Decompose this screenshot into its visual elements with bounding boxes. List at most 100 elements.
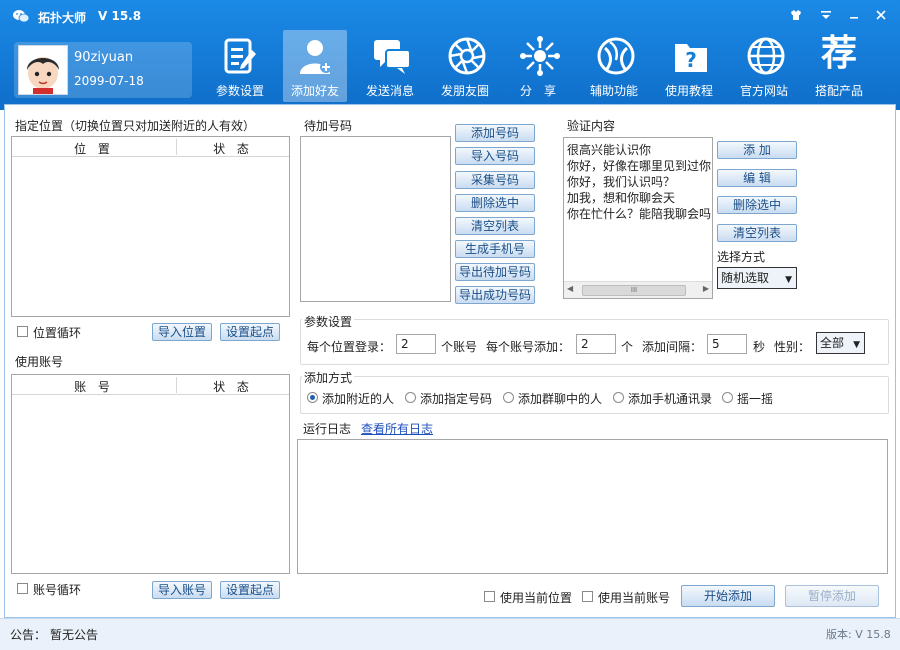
scroll-right-icon[interactable]: ▶ bbox=[703, 284, 709, 293]
nav-products[interactable]: 荐 搭配产品 bbox=[807, 30, 871, 102]
location-loop-checkbox[interactable] bbox=[17, 326, 28, 337]
nav-moments[interactable]: 发朋友圈 bbox=[433, 30, 497, 102]
radio-nearby-label: 添加附近的人 bbox=[322, 392, 395, 406]
nav-label: 分 享 bbox=[519, 84, 556, 98]
collect-number-button[interactable]: 采集号码 bbox=[455, 171, 535, 189]
radio-nearby[interactable] bbox=[307, 392, 318, 403]
verify-line[interactable]: 你好，好像在哪里见到过你 bbox=[567, 157, 711, 174]
use-current-location-checkbox[interactable] bbox=[484, 591, 495, 602]
share-icon bbox=[520, 36, 560, 76]
interval-input[interactable]: 5 bbox=[707, 334, 747, 354]
nav-tutorial[interactable]: ? 使用教程 bbox=[657, 30, 721, 102]
pending-list[interactable] bbox=[300, 136, 451, 302]
verify-line[interactable]: 很高兴能认识你 bbox=[567, 141, 651, 158]
import-number-button[interactable]: 导入号码 bbox=[455, 147, 535, 165]
nav-helper[interactable]: 辅助功能 bbox=[582, 30, 646, 102]
location-loop-label: 位置循环 bbox=[33, 326, 82, 340]
delete-selected-button[interactable]: 删除选中 bbox=[455, 194, 535, 212]
location-table-header: 位 置 状 态 bbox=[12, 137, 289, 157]
radio-shake[interactable] bbox=[722, 392, 733, 403]
skin-icon[interactable] bbox=[788, 8, 804, 24]
user-profile: 90ziyuan 2099-07-18 bbox=[14, 42, 192, 98]
menu-icon[interactable] bbox=[818, 8, 834, 24]
globe-icon bbox=[747, 37, 785, 75]
import-account-button[interactable]: 导入账号 bbox=[152, 581, 212, 599]
per-location-unit: 个账号 bbox=[441, 340, 478, 354]
account-loop-checkbox[interactable] bbox=[17, 583, 28, 594]
scroll-thumb[interactable]: III bbox=[582, 285, 686, 296]
accounts-table-header: 账 号 状 态 bbox=[12, 375, 289, 395]
verify-add-button[interactable]: 添 加 bbox=[717, 141, 797, 159]
nav-settings[interactable]: 参数设置 bbox=[208, 30, 272, 102]
export-success-button[interactable]: 导出成功号码 bbox=[455, 286, 535, 304]
notice-value: 暂无公告 bbox=[50, 628, 99, 642]
nav-website[interactable]: 官方网站 bbox=[732, 30, 796, 102]
accounts-table[interactable]: 账 号 状 态 bbox=[11, 374, 290, 574]
verify-list[interactable]: 很高兴能认识你 你好，好像在哪里见到过你 你好，我们认识吗？ 加我，想和你聊会天… bbox=[563, 137, 713, 299]
verify-line[interactable]: 你好，我们认识吗？ bbox=[567, 173, 675, 190]
mode-label: 选择方式 bbox=[717, 250, 766, 264]
radio-specified[interactable] bbox=[405, 392, 416, 403]
tutorial-icon: ? bbox=[675, 44, 707, 72]
per-account-unit: 个 bbox=[621, 340, 634, 354]
nav-send-message[interactable]: 发送消息 bbox=[358, 30, 422, 102]
params-title: 参数设置 bbox=[302, 313, 355, 330]
gender-select[interactable]: 全部 ▼ bbox=[816, 332, 865, 354]
verify-delete-button[interactable]: 删除选中 bbox=[717, 196, 797, 214]
per-account-input[interactable]: 2 bbox=[576, 334, 616, 354]
use-current-account-checkbox[interactable] bbox=[582, 591, 593, 602]
radio-specified-label: 添加指定号码 bbox=[420, 392, 493, 406]
helper-icon bbox=[597, 37, 635, 75]
verify-title: 验证内容 bbox=[567, 119, 616, 133]
nav-label: 添加好友 bbox=[290, 84, 339, 98]
start-add-button[interactable]: 开始添加 bbox=[681, 585, 775, 607]
generate-phone-button[interactable]: 生成手机号 bbox=[455, 240, 535, 258]
expire-date: 2099-07-18 bbox=[74, 74, 144, 88]
view-all-logs-link[interactable]: 查看所有日志 bbox=[361, 420, 433, 437]
add-number-button[interactable]: 添加号码 bbox=[455, 124, 535, 142]
close-icon[interactable] bbox=[873, 8, 889, 24]
per-location-input[interactable]: 2 bbox=[396, 334, 436, 354]
location-table[interactable]: 位 置 状 态 bbox=[11, 136, 290, 317]
verify-edit-button[interactable]: 编 辑 bbox=[717, 169, 797, 187]
account-loop-label: 账号循环 bbox=[33, 583, 82, 597]
main-panel: 指定位置（切换位置只对加送附近的人有效） 位 置 状 态 位置循环 导入位置 设… bbox=[4, 104, 896, 618]
pause-add-button[interactable]: 暂停添加 bbox=[785, 585, 879, 607]
set-start-location-button[interactable]: 设置起点 bbox=[220, 323, 280, 341]
radio-group-chat-label: 添加群聊中的人 bbox=[518, 392, 603, 406]
scroll-left-icon[interactable]: ◀ bbox=[567, 284, 573, 293]
nav-label: 发朋友圈 bbox=[440, 84, 489, 98]
nav-label: 搭配产品 bbox=[814, 84, 863, 98]
nav-add-friend[interactable]: 添加好友 bbox=[283, 30, 347, 102]
mode-select[interactable]: 随机选取 ▼ bbox=[717, 267, 797, 289]
location-title: 指定位置（切换位置只对加送附近的人有效） bbox=[15, 119, 256, 133]
app-version: V 15.8 bbox=[98, 9, 142, 23]
chevron-down-icon: ▼ bbox=[853, 340, 860, 350]
radio-contacts-label: 添加手机通讯录 bbox=[628, 392, 713, 406]
radio-contacts[interactable] bbox=[613, 392, 624, 403]
radio-shake-label: 摇一摇 bbox=[737, 392, 774, 406]
minimize-icon[interactable] bbox=[846, 8, 862, 24]
accounts-title: 使用账号 bbox=[15, 355, 64, 369]
avatar[interactable] bbox=[18, 45, 68, 95]
app-window: 拓扑大师 V 15.8 90ziyuan 2099-07-18 参数设置 添加好… bbox=[0, 0, 900, 650]
verify-line[interactable]: 加我，想和你聊会天 bbox=[567, 189, 675, 206]
verify-clear-button[interactable]: 清空列表 bbox=[717, 224, 797, 242]
interval-unit: 秒 bbox=[753, 340, 766, 354]
import-location-button[interactable]: 导入位置 bbox=[152, 323, 212, 341]
mode-value: 随机选取 bbox=[721, 271, 770, 285]
verify-hscrollbar[interactable]: ◀ III ▶ bbox=[564, 281, 712, 298]
status-bar: 公告： 暂无公告 版本: V 15.8 bbox=[0, 618, 900, 650]
app-logo-icon bbox=[13, 10, 30, 23]
clear-list-button[interactable]: 清空列表 bbox=[455, 217, 535, 235]
verify-line[interactable]: 你在忙什么？能陪我聊会吗 bbox=[567, 205, 711, 222]
set-start-account-button[interactable]: 设置起点 bbox=[220, 581, 280, 599]
moments-icon bbox=[448, 37, 486, 75]
nav-share[interactable]: 分 享 bbox=[506, 30, 570, 102]
nav-label: 发送消息 bbox=[365, 84, 414, 98]
col-status: 状 态 bbox=[213, 380, 253, 394]
use-current-account-label: 使用当前账号 bbox=[598, 591, 671, 605]
radio-group-chat[interactable] bbox=[503, 392, 514, 403]
log-area[interactable] bbox=[297, 439, 888, 574]
export-pending-button[interactable]: 导出待加号码 bbox=[455, 263, 535, 281]
